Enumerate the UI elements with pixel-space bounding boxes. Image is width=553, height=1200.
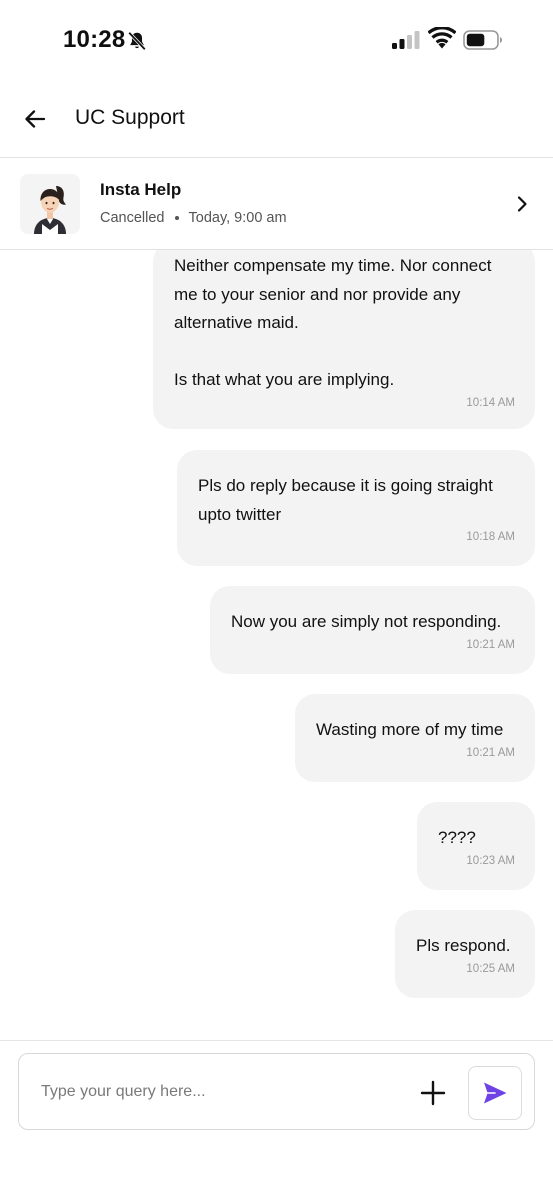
status-time: 10:28 — [63, 26, 126, 53]
chevron-right-icon — [517, 196, 527, 212]
send-icon — [484, 1082, 507, 1104]
message-text: Now you are simply not responding. — [231, 612, 502, 631]
page-title: UC Support — [75, 106, 185, 129]
composer-box — [18, 1053, 535, 1130]
message-bubble: Neither compensate my time. Nor connect … — [153, 250, 535, 429]
back-button[interactable] — [20, 104, 50, 134]
message-time: 10:21 AM — [466, 638, 515, 651]
message-bubble: Pls do reply because it is going straigh… — [177, 450, 535, 566]
message-text: Wasting more of my time — [316, 720, 504, 739]
composer-bar — [0, 1040, 553, 1200]
send-button[interactable] — [468, 1066, 522, 1120]
message-time: 10:18 AM — [466, 531, 515, 543]
message-text: ???? — [438, 828, 476, 847]
message-bubble: Wasting more of my time 10:21 AM — [295, 694, 535, 782]
message-time: 10:14 AM — [466, 396, 515, 409]
battery-icon — [463, 30, 502, 50]
maid-avatar-icon — [20, 174, 80, 234]
booking-status: Cancelled — [100, 210, 165, 226]
status-bar: 10:28 — [0, 0, 553, 80]
plus-icon[interactable] — [419, 1079, 447, 1107]
message-time: 10:21 AM — [466, 746, 515, 759]
message-bubble: Pls respond. 10:25 AM — [395, 910, 535, 998]
cellular-signal-icon — [392, 31, 420, 49]
wifi-icon — [428, 27, 456, 49]
booking-datetime: Today, 9:00 am — [188, 210, 287, 226]
message-time: 10:23 AM — [466, 854, 515, 867]
chat-header: UC Support — [0, 80, 553, 158]
bell-off-icon — [128, 31, 146, 51]
message-input[interactable] — [41, 1072, 401, 1112]
chat-thread: Neither compensate my time. Nor connect … — [0, 250, 553, 1040]
separator-dot — [174, 216, 179, 220]
message-time: 10:25 AM — [466, 962, 515, 975]
arrow-left-icon — [25, 110, 46, 128]
booking-summary-card[interactable]: Insta Help Cancelled Today, 9:00 am — [0, 158, 553, 250]
booking-meta: Cancelled Today, 9:00 am — [100, 210, 287, 226]
message-text: Pls respond. — [416, 936, 511, 955]
message-bubble: Now you are simply not responding. 10:21… — [210, 586, 535, 674]
service-name: Insta Help — [100, 180, 182, 199]
message-text: Neither compensate my time. Nor connect … — [174, 256, 492, 389]
message-text: Pls do reply because it is going straigh… — [198, 476, 493, 524]
message-bubble: ???? 10:23 AM — [417, 802, 535, 890]
